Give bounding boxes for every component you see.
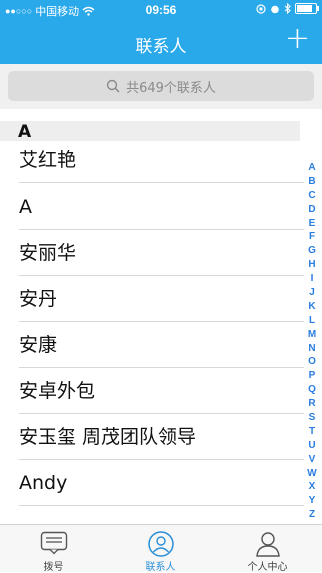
index-letter[interactable]: F: [304, 230, 320, 244]
tab-bar: 拨号 联系人 个人中心: [0, 524, 322, 573]
contact-row[interactable]: 安丽华: [19, 230, 304, 276]
tab-contacts[interactable]: 联系人: [107, 525, 214, 573]
search-area: 共649个联系人: [0, 64, 322, 109]
index-letter[interactable]: M: [304, 328, 320, 342]
index-letter[interactable]: E: [304, 217, 320, 231]
index-letter[interactable]: C: [304, 189, 320, 203]
contact-row[interactable]: 安丹: [19, 276, 304, 322]
index-letter[interactable]: S: [304, 411, 320, 425]
contact-row[interactable]: 艾红艳: [19, 137, 304, 183]
contact-row[interactable]: 安玉玺 周茂团队领导: [19, 414, 304, 460]
contacts-icon: [147, 531, 174, 557]
index-letter[interactable]: H: [304, 258, 320, 272]
orientation-lock-icon: [256, 3, 266, 14]
search-placeholder: 共649个联系人: [126, 80, 216, 96]
tab-profile-label: 个人中心: [247, 562, 288, 573]
search-icon: [106, 79, 120, 93]
alphabet-index[interactable]: ABCDEFGHIJKLMNOPQRSTUVWXYZ#: [304, 161, 320, 536]
contact-row[interactable]: 安康: [19, 322, 304, 368]
index-letter[interactable]: V: [304, 453, 320, 467]
status-bar: ●●○○○ 中国移动 09:56: [0, 0, 322, 20]
index-letter[interactable]: Y: [304, 494, 320, 508]
index-letter[interactable]: O: [304, 355, 320, 369]
status-right: [256, 3, 319, 14]
bluetooth-icon: [284, 3, 291, 14]
index-letter[interactable]: R: [304, 397, 320, 411]
page-title: 联系人: [135, 37, 187, 57]
index-letter[interactable]: T: [304, 425, 320, 439]
contact-row[interactable]: Andy: [19, 460, 304, 506]
search-input[interactable]: 共649个联系人: [8, 71, 314, 101]
index-letter[interactable]: U: [304, 439, 320, 453]
profile-icon: [255, 532, 280, 557]
add-contact-button[interactable]: +: [285, 24, 310, 54]
contact-list[interactable]: A 艾红艳 A 安丽华 安丹 安康 安卓外包 安玉玺 周茂团队领导 Andy: [0, 109, 322, 524]
index-letter[interactable]: K: [304, 300, 320, 314]
tab-contacts-label: 联系人: [145, 562, 176, 573]
dialpad-icon: [40, 531, 67, 555]
index-letter[interactable]: P: [304, 369, 320, 383]
tab-dialpad[interactable]: 拨号: [0, 525, 107, 573]
tab-profile[interactable]: 个人中心: [214, 525, 321, 573]
alarm-icon: [271, 5, 279, 13]
index-letter[interactable]: Z: [304, 508, 320, 522]
contact-row[interactable]: A: [19, 184, 304, 230]
nav-bar: 联系人 +: [0, 20, 322, 64]
index-letter[interactable]: W: [304, 467, 320, 481]
index-letter[interactable]: X: [304, 480, 320, 494]
contact-row[interactable]: 安卓外包: [19, 368, 304, 414]
index-letter[interactable]: L: [304, 314, 320, 328]
battery-icon: [295, 3, 319, 14]
index-letter[interactable]: J: [304, 286, 320, 300]
index-letter[interactable]: B: [304, 175, 320, 189]
index-letter[interactable]: Q: [304, 383, 320, 397]
index-letter[interactable]: N: [304, 342, 320, 356]
tab-dialpad-label: 拨号: [43, 562, 64, 573]
index-letter[interactable]: G: [304, 244, 320, 258]
index-letter[interactable]: D: [304, 203, 320, 217]
index-letter[interactable]: I: [304, 272, 320, 286]
index-letter[interactable]: A: [304, 161, 320, 175]
